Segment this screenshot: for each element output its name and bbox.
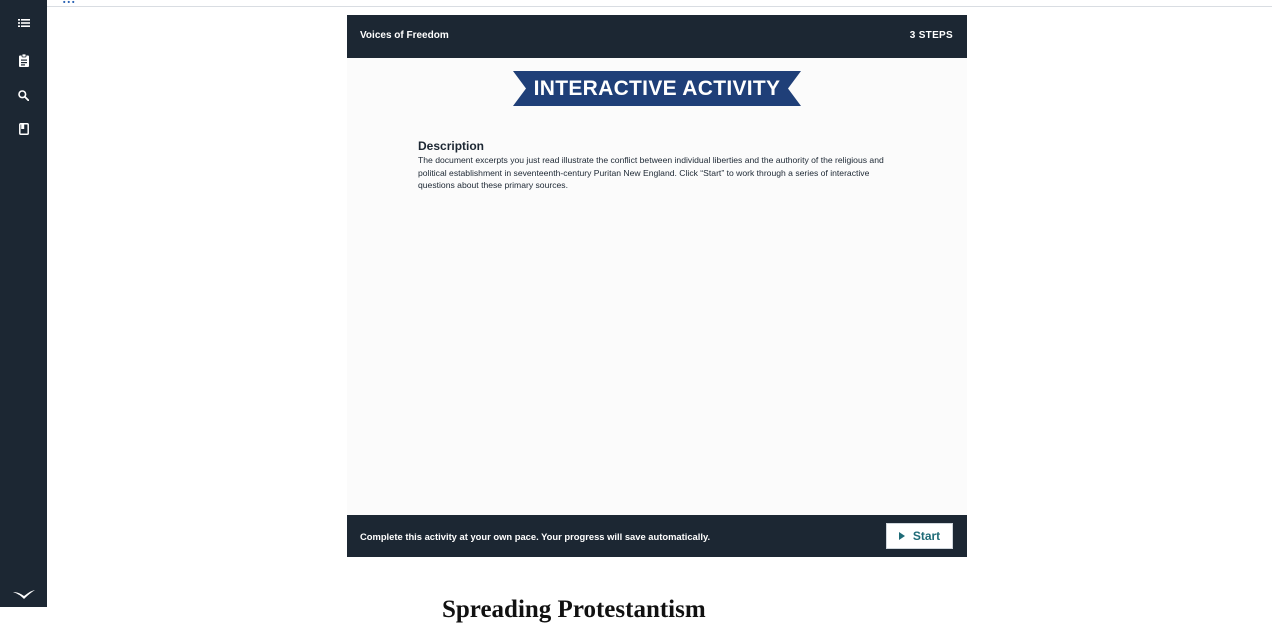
description-heading: Description (418, 139, 485, 153)
assignments-button[interactable] (0, 46, 47, 74)
play-icon (898, 532, 905, 540)
list-icon (17, 19, 30, 27)
search-button[interactable] (0, 81, 47, 109)
cut-off-text: ... (62, 0, 76, 8)
table-of-contents-button[interactable] (0, 9, 47, 37)
top-edge: ... (0, 0, 1272, 7)
publisher-logo-button[interactable] (0, 580, 47, 608)
section-heading: Spreading Protestantism (442, 595, 706, 623)
step-count: 3 STEPS (909, 30, 953, 41)
bookmark-icon (18, 123, 29, 135)
start-button-label: Start (912, 529, 941, 543)
clipboard-icon (18, 53, 29, 67)
autosave-note: Complete this activity at your own pace.… (360, 531, 711, 542)
banner-label: INTERACTIVE ACTIVITY (533, 77, 781, 100)
start-button[interactable]: Start (886, 523, 953, 549)
interactive-activity-card: Voices of Freedom 3 STEPS INTERACTIVE AC… (347, 15, 967, 557)
left-sidebar (0, 0, 47, 607)
activity-banner: INTERACTIVE ACTIVITY (513, 71, 801, 106)
bookmarks-button[interactable] (0, 115, 47, 143)
activity-header: Voices of Freedom 3 STEPS (347, 15, 967, 58)
description-text: The document excerpts you just read illu… (418, 155, 884, 190)
activity-footer: Complete this activity at your own pace.… (347, 515, 967, 557)
search-icon (18, 89, 29, 101)
activity-title: Voices of Freedom (360, 30, 449, 41)
bird-logo-icon (12, 590, 35, 599)
